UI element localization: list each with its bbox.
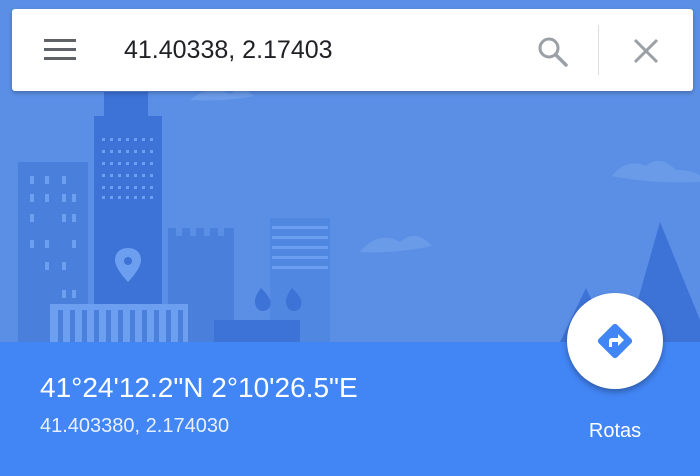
close-icon <box>633 38 659 64</box>
directions-arrow-icon <box>597 323 633 359</box>
search-bar-divider <box>598 25 599 75</box>
coordinates-dms: 41°24'12.2"N 2°10'26.5"E <box>40 372 358 403</box>
search-bar <box>12 9 693 91</box>
coordinates-decimal: 41.403380, 2.174030 <box>40 415 230 437</box>
search-icon <box>538 37 568 67</box>
search-button[interactable] <box>534 33 570 69</box>
hamburger-menu-icon <box>44 39 76 60</box>
menu-button[interactable] <box>42 35 78 65</box>
directions-label[interactable]: Rotas <box>567 420 663 443</box>
search-input[interactable] <box>124 29 504 71</box>
directions-button[interactable] <box>567 293 663 389</box>
clear-search-button[interactable] <box>628 33 664 69</box>
